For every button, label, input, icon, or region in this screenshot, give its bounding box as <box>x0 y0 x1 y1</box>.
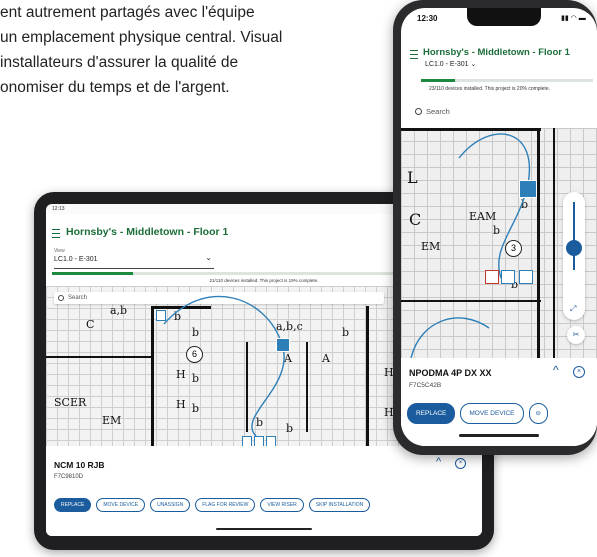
skip-installation-button[interactable]: SKIP INSTALLATION <box>308 498 371 512</box>
zoom-slider[interactable]: ⤢ <box>563 192 585 320</box>
device-id: F7C5C42B <box>409 382 442 389</box>
close-icon[interactable]: × <box>573 366 585 378</box>
device-tag[interactable] <box>156 310 166 321</box>
menu-icon[interactable] <box>52 229 60 238</box>
more-actions-button[interactable]: ⊖ <box>528 403 548 424</box>
move-device-button[interactable]: MOVE DEVICE <box>96 498 146 512</box>
view-select-label: View <box>54 248 65 254</box>
replace-button[interactable]: REPLACE <box>407 403 456 424</box>
action-bar: REPLACE MOVE DEVICE ⊖ <box>407 403 548 424</box>
device-panel: NPODMA 4P DX XX F7C5C42B ^ × REPLACE MOV… <box>401 358 597 446</box>
chevron-up-icon[interactable]: ^ <box>436 456 441 468</box>
menu-icon[interactable] <box>410 50 418 59</box>
expand-icon[interactable]: ⤢ <box>570 304 576 314</box>
home-indicator <box>459 434 539 437</box>
flag-for-review-button[interactable]: FLAG FOR REVIEW <box>195 498 256 512</box>
phone-notch <box>467 8 541 26</box>
device-marker-selected[interactable] <box>519 180 537 198</box>
chevron-down-icon: ⌄ <box>470 61 477 68</box>
view-select[interactable]: View LC1.0 - E-301 ⌄ <box>54 248 214 269</box>
zoom-slider-track <box>573 202 575 270</box>
search-icon <box>415 108 422 115</box>
device-tag[interactable] <box>501 270 515 284</box>
floor-plan-map[interactable]: L C EAM EM 3 b b b ⤢ ✂ <box>401 128 597 358</box>
device-marker-selected[interactable] <box>276 338 290 352</box>
phone-device: 12:30 ▮▮ ◠ ▬ Hornsby's - Middletown - Fl… <box>393 0 597 455</box>
intro-paragraph: ent autrement partagés avec l'équipe un … <box>0 0 370 100</box>
device-id: F7C9810D <box>54 474 84 480</box>
status-time: 12:13 <box>52 206 65 212</box>
page-title: Hornsby's - Middletown - Floor 1 <box>66 226 229 238</box>
tools-button[interactable]: ✂ <box>567 326 585 344</box>
action-bar: REPLACE MOVE DEVICE UNASSIGN FLAG FOR RE… <box>54 498 371 512</box>
intro-line: installateurs d'assurer la qualité de <box>0 54 239 71</box>
intro-line: ent autrement partagés avec l'équipe <box>0 4 255 21</box>
device-name: NPODMA 4P DX XX <box>409 368 492 378</box>
search-input[interactable]: Search <box>413 104 595 120</box>
zoom-slider-knob[interactable] <box>566 240 582 256</box>
device-tag[interactable] <box>485 270 499 284</box>
view-select-value: LC1.0 - E-301 <box>425 61 469 68</box>
unassign-button[interactable]: UNASSIGN <box>150 498 191 512</box>
chevron-up-icon[interactable]: ^ <box>553 363 559 377</box>
view-select[interactable]: LC1.0 - E-301 ⌄ <box>425 60 476 68</box>
progress-bar <box>421 79 593 82</box>
close-icon[interactable]: × <box>455 458 466 469</box>
progress-text: 23/110 devices installed. This project i… <box>429 86 550 92</box>
device-name: NCM 10 RJB <box>54 460 105 470</box>
page-title: Hornsby's - Middletown - Floor 1 <box>423 47 570 58</box>
progress-fill <box>52 272 133 275</box>
view-select-value: LC1.0 - E-301 <box>54 256 98 263</box>
device-panel: NCM 10 RJB F7C9810D ^ × REPLACE MOVE DEV… <box>46 446 482 536</box>
status-time: 12:30 <box>417 14 438 23</box>
wrench-icon: ✂ <box>572 330 580 339</box>
intro-line: un emplacement physique central. Visual <box>0 29 283 46</box>
home-indicator <box>216 528 312 530</box>
intro-line: onomiser du temps et de l'argent. <box>0 79 230 96</box>
search-placeholder: Search <box>426 107 450 116</box>
phone-screen: 12:30 ▮▮ ◠ ▬ Hornsby's - Middletown - Fl… <box>401 8 597 446</box>
view-riser-button[interactable]: VIEW RISER <box>260 498 304 512</box>
move-device-button[interactable]: MOVE DEVICE <box>460 403 524 424</box>
status-icons: ▮▮ ◠ ▬ <box>561 15 586 22</box>
replace-button[interactable]: REPLACE <box>54 498 92 512</box>
chevron-down-icon: ⌄ <box>205 253 212 262</box>
device-tag[interactable] <box>519 270 533 284</box>
progress-fill <box>421 79 456 82</box>
